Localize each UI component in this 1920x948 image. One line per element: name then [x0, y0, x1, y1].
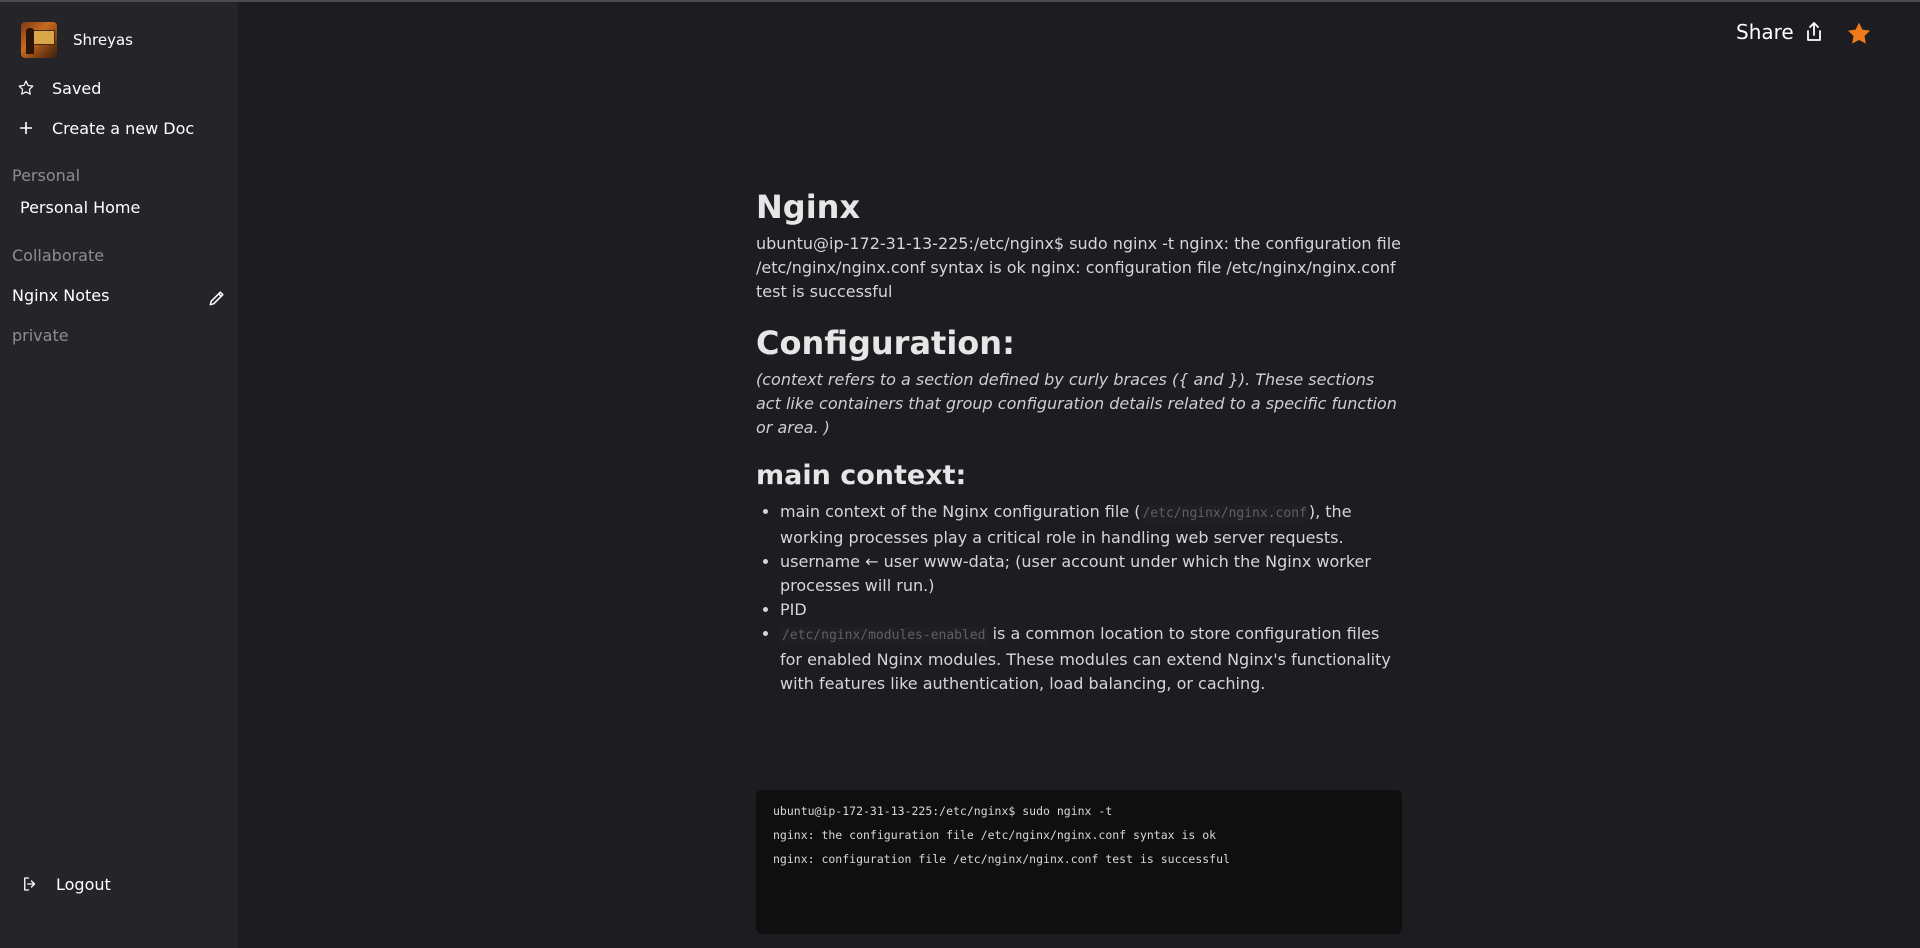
- config-note: (context refers to a section defined by …: [756, 370, 1397, 437]
- logout-label: Logout: [56, 874, 111, 894]
- star-outline-icon: [16, 78, 36, 98]
- doc-title: Nginx: [756, 188, 861, 226]
- create-doc-label: Create a new Doc: [52, 118, 195, 138]
- document-body: Nginx ubuntu@ip-172-31-13-225:/etc/nginx…: [756, 186, 1404, 696]
- inline-code: /etc/nginx/modules-enabled: [780, 627, 988, 644]
- list-item: PID: [780, 598, 1404, 622]
- user-profile[interactable]: Shreyas: [21, 22, 133, 58]
- avatar: [21, 22, 57, 58]
- code-line: nginx: the configuration file /etc/nginx…: [773, 828, 1217, 842]
- sidebar-item-nginx-notes[interactable]: Nginx Notes: [12, 286, 109, 305]
- list-text: main context of the Nginx configuration …: [780, 502, 1141, 521]
- code-line: nginx: configuration file /etc/nginx/ngi…: [773, 852, 1230, 866]
- window-top-border: [0, 0, 1920, 2]
- config-heading: Configuration:: [756, 324, 1015, 362]
- share-button[interactable]: Share: [1736, 20, 1824, 44]
- share-icon: [1804, 21, 1824, 43]
- doc-intro: ubuntu@ip-172-31-13-225:/etc/nginx$ sudo…: [756, 234, 1402, 301]
- main-context-list: main context of the Nginx configuration …: [756, 500, 1404, 696]
- list-item: /etc/nginx/modules-enabled is a common l…: [780, 622, 1404, 696]
- share-label: Share: [1736, 20, 1794, 44]
- inline-code: /etc/nginx/nginx.conf: [1140, 505, 1309, 522]
- logout-icon: [20, 874, 40, 894]
- code-block[interactable]: ubuntu@ip-172-31-13-225:/etc/nginx$ sudo…: [756, 790, 1402, 934]
- code-line: ubuntu@ip-172-31-13-225:/etc/nginx$ sudo…: [773, 804, 1113, 818]
- list-item: main context of the Nginx configuration …: [780, 500, 1404, 550]
- section-private-label[interactable]: private: [12, 326, 69, 345]
- star-filled-icon[interactable]: [1845, 20, 1873, 48]
- list-item: username ← user www-data; (user account …: [780, 550, 1404, 598]
- section-collaborate-label: Collaborate: [12, 246, 105, 265]
- plus-icon: [16, 118, 36, 138]
- saved-label: Saved: [52, 78, 102, 98]
- create-doc-button[interactable]: Create a new Doc: [16, 118, 194, 138]
- section-personal-label: Personal: [12, 166, 81, 185]
- logout-button[interactable]: Logout: [20, 874, 111, 894]
- saved-button[interactable]: Saved: [16, 78, 101, 98]
- user-name: Shreyas: [73, 31, 133, 49]
- sidebar: Shreyas Saved Create a new Doc Personal …: [0, 2, 238, 948]
- main-context-heading: main context:: [756, 460, 967, 491]
- sidebar-item-personal-home[interactable]: Personal Home: [20, 198, 140, 217]
- pencil-icon[interactable]: [207, 288, 227, 308]
